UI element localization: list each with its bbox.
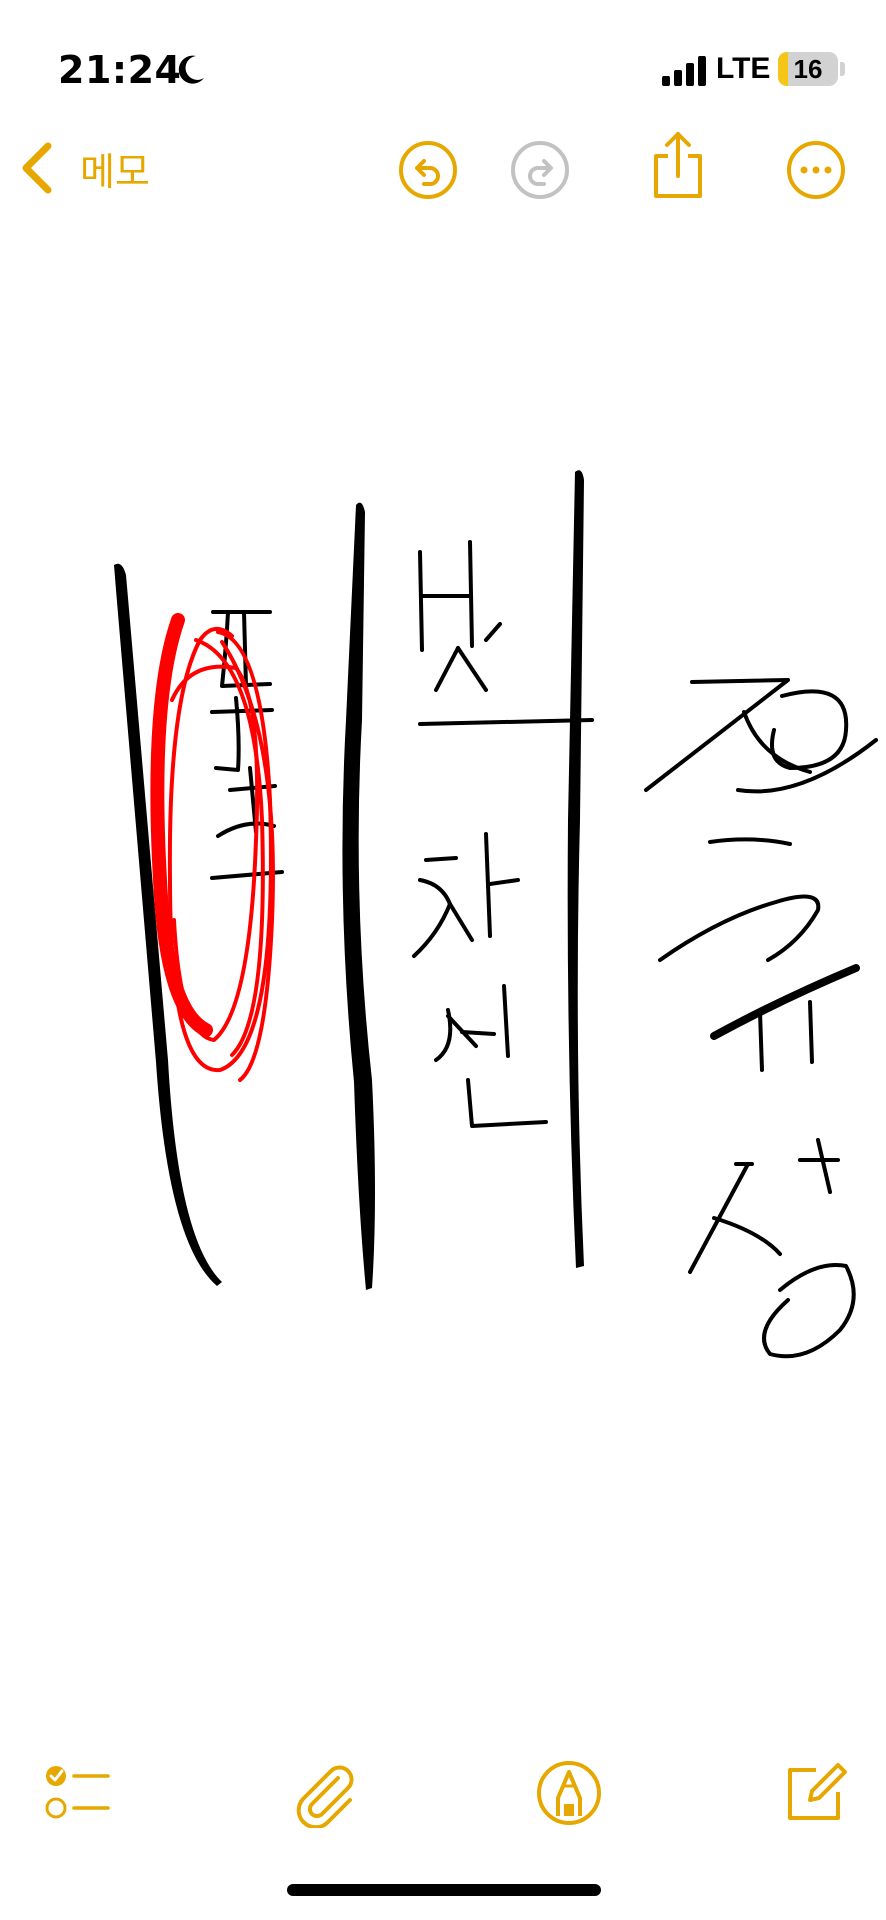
- battery-nub: [840, 62, 845, 76]
- divider-stroke-right: [567, 470, 584, 1268]
- status-bar: 21:24 LTE 16: [0, 0, 886, 130]
- handwritten-drawing[interactable]: [0, 230, 886, 1730]
- compose-icon[interactable]: [780, 1758, 850, 1828]
- undo-icon[interactable]: [396, 138, 460, 202]
- checklist-icon[interactable]: [40, 1758, 110, 1828]
- bottom-toolbar: [0, 1755, 886, 1845]
- attachment-icon[interactable]: [290, 1758, 360, 1828]
- redo-icon[interactable]: [508, 138, 572, 202]
- battery-indicator: 16: [778, 52, 838, 86]
- network-label: LTE: [716, 52, 771, 85]
- share-icon[interactable]: [646, 130, 710, 202]
- more-icon[interactable]: [784, 138, 848, 202]
- battery-level: 16: [793, 54, 823, 84]
- red-circle-annotation: [150, 613, 275, 1082]
- divider-stroke-middle: [342, 502, 375, 1291]
- moon-icon: [178, 55, 204, 84]
- handwriting-middle: [412, 540, 594, 1128]
- status-time: 21:24: [58, 48, 182, 92]
- back-label: 메모: [80, 149, 150, 194]
- markup-pen-icon[interactable]: [534, 1758, 604, 1828]
- back-button[interactable]: 메모: [18, 138, 150, 198]
- signal-icon: [662, 56, 706, 86]
- home-indicator[interactable]: [287, 1884, 601, 1896]
- handwriting-right: [644, 678, 878, 1359]
- back-chevron-icon: [22, 142, 52, 194]
